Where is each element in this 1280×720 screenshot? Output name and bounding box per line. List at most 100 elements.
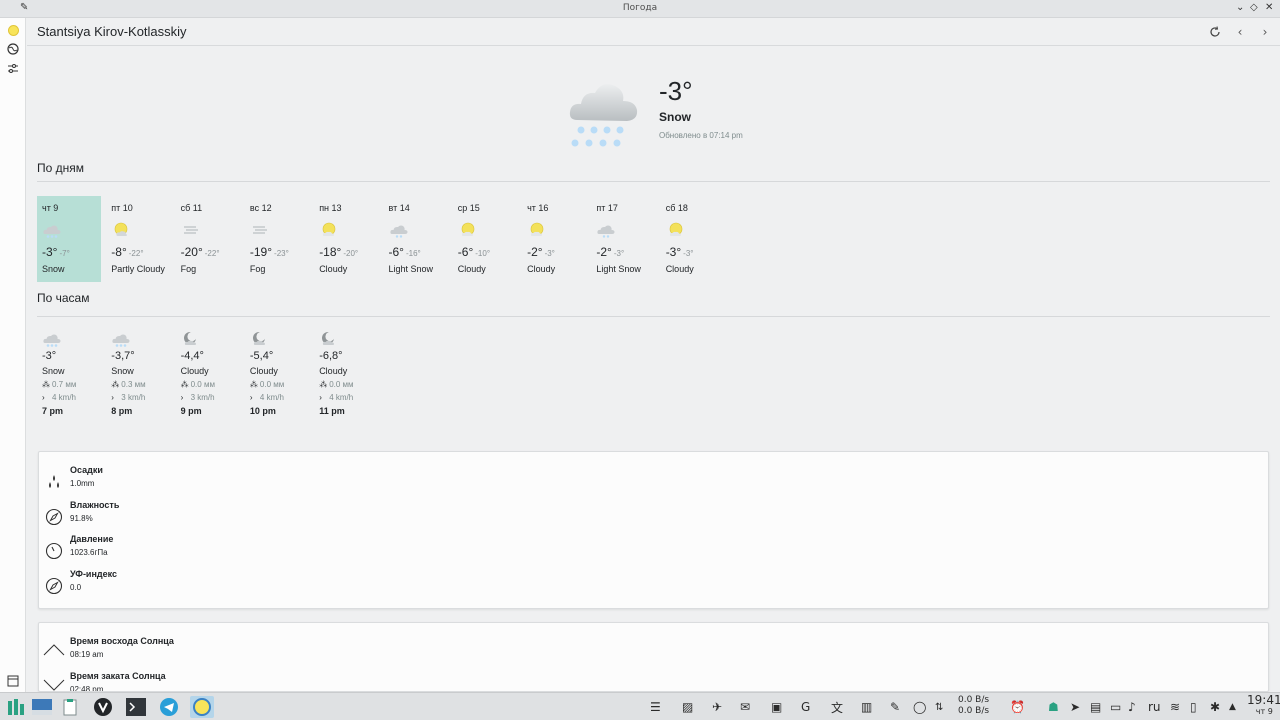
day-high: -18° <box>319 245 342 259</box>
gauge-icon <box>45 542 63 560</box>
clock-date: чт 9 <box>1255 707 1273 716</box>
clipboard-icon <box>63 699 77 716</box>
day-low: -3° <box>683 249 694 258</box>
hour-time: 8 pm <box>111 406 133 416</box>
keyboard-layout[interactable]: ru <box>1148 698 1161 716</box>
day-high: -2° <box>596 245 612 259</box>
tray-circle-icon[interactable]: ◯ <box>913 698 926 716</box>
day-card[interactable]: пт 10 -8° -22° Partly Cloudy <box>106 196 170 282</box>
day-card[interactable]: вт 14 -6° -16° Light Snow <box>384 196 448 282</box>
sun-value: 02:48 pm <box>70 685 104 692</box>
network-speed[interactable]: 0.0 B/s 0.0 B/s <box>958 695 989 717</box>
precip-value: 0.0 мм <box>190 380 215 389</box>
tray-battery-icon[interactable]: ▭ <box>1110 698 1121 716</box>
sliders-icon <box>8 64 18 73</box>
detail-value: 91.8% <box>70 513 93 523</box>
day-name: вс 12 <box>249 203 272 213</box>
tray-expand-icon[interactable]: ▲ <box>1229 698 1236 716</box>
tray-pen-icon[interactable]: ✎ <box>890 698 900 716</box>
app-launcher[interactable] <box>4 696 28 718</box>
sunrise-icon <box>43 642 65 660</box>
tray-ghost-icon[interactable]: ☗ <box>1048 698 1059 716</box>
sun-value: 08:19 am <box>70 650 104 659</box>
day-high: -6° <box>388 245 404 259</box>
day-card[interactable]: ср 15 -6° -10° Cloudy <box>453 196 517 282</box>
hour-card: -4,4° Cloudy ⁂ 0.0 мм › 3 km/h 9 pm <box>176 328 240 420</box>
tray-send-icon[interactable]: ➤ <box>1070 698 1080 716</box>
taskbar-app-telegram[interactable] <box>157 696 181 718</box>
day-temperature: -6° -16° <box>389 245 421 259</box>
tray-updates-icon[interactable]: ▯ <box>1190 698 1197 716</box>
bluetooth-icon[interactable]: ✱ <box>1210 698 1220 716</box>
drops-icon: ⁂ <box>111 380 120 389</box>
day-card[interactable]: пн 13 -18° -20° Cloudy <box>314 196 378 282</box>
day-card[interactable]: чт 9 -3° -7° Snow <box>37 196 101 282</box>
tray-mail-icon[interactable]: ✉ <box>740 698 750 716</box>
clock[interactable]: 19:41 чт 9 <box>1247 694 1280 718</box>
day-card[interactable]: чт 16 -2° -3° Cloudy <box>522 196 586 282</box>
day-card[interactable]: вс 12 -19° -23° Fog <box>245 196 309 282</box>
drops-icon: ⁂ <box>249 380 258 389</box>
updated-time: Обновлено в 07:14 pm <box>659 131 743 140</box>
tray-network-arrows-icon[interactable]: ⇅ <box>935 698 943 716</box>
daily-section-title: По дням <box>37 161 85 175</box>
hour-description: Snow <box>111 366 134 376</box>
hour-time: 9 pm <box>180 406 202 416</box>
day-high: -20° <box>180 245 203 259</box>
location-title: Stantsiya Kirov-Kotlasskiy <box>37 24 187 39</box>
sidebar <box>0 18 26 692</box>
close-icon[interactable]: ✕ <box>1265 2 1273 13</box>
desktop-pager[interactable] <box>30 696 54 718</box>
tray-radio-icon[interactable]: ▣ <box>771 698 782 716</box>
day-name: пт 17 <box>596 203 618 213</box>
wind-value: 3 km/h <box>190 393 215 402</box>
taskbar-app-files[interactable] <box>58 696 82 718</box>
detail-value: 0.0 <box>70 583 82 593</box>
tray-monitor-icon[interactable]: ▥ <box>861 698 872 716</box>
hourly-section-title: По часам <box>37 291 90 305</box>
tray-volume-icon[interactable]: ♪ <box>1128 698 1136 716</box>
day-temperature: -18° -20° <box>319 245 358 259</box>
day-card[interactable]: сб 18 -3° -3° Cloudy <box>661 196 725 282</box>
sidebar-item-weather[interactable] <box>4 21 22 39</box>
hour-time: 7 pm <box>42 406 64 416</box>
refresh-button[interactable] <box>1206 23 1224 41</box>
back-button[interactable]: ‹ <box>1231 23 1249 41</box>
day-description: Snow <box>42 264 65 274</box>
hour-wind: › 4 km/h <box>250 393 284 402</box>
day-low: -7° <box>59 249 70 258</box>
day-description: Cloudy <box>527 264 556 274</box>
forward-button[interactable]: › <box>1256 23 1274 41</box>
taskbar-app-terminal[interactable] <box>124 696 148 718</box>
tray-clipboard-icon[interactable]: ▤ <box>1090 698 1101 716</box>
tray-translate-icon[interactable]: 文 <box>831 698 843 716</box>
day-temperature: -6° -10° <box>458 245 490 259</box>
tray-notes-icon[interactable]: ☰ <box>650 698 661 716</box>
minimize-icon[interactable]: ⌄ <box>1236 2 1244 13</box>
day-description: Partly Cloudy <box>111 264 165 274</box>
tray-g-icon[interactable]: G <box>801 698 810 716</box>
chevron-right-icon: › <box>1262 25 1268 39</box>
wind-arrow-icon: › <box>111 393 114 402</box>
hour-card: -3,7° Snow ⁂ 0.3 мм › 3 km/h 8 pm <box>106 328 170 420</box>
sidebar-item-locations[interactable] <box>4 40 22 58</box>
sunset-icon <box>43 677 65 691</box>
sidebar-item-toggle[interactable] <box>4 672 22 690</box>
day-low: -20° <box>343 249 359 258</box>
taskbar-app-vivaldi[interactable] <box>91 696 115 718</box>
taskbar-app-weather[interactable] <box>190 696 214 718</box>
hour-description: Cloudy <box>249 366 278 376</box>
wifi-icon[interactable]: ≋ <box>1170 698 1180 716</box>
day-card[interactable]: сб 11 -20° -22° Fog <box>176 196 240 282</box>
tray-alarm-icon[interactable]: ⏰ <box>1010 698 1025 716</box>
maximize-icon[interactable]: ◇ <box>1250 2 1258 13</box>
day-card[interactable]: пт 17 -2° -3° Light Snow <box>591 196 655 282</box>
fog-icon <box>181 221 201 237</box>
day-name: чт 16 <box>527 203 549 213</box>
detail-row: Осадки 1.0mm <box>39 465 439 499</box>
sidebar-item-settings[interactable] <box>4 59 22 77</box>
window-titlebar[interactable]: ✎ Погода ⌄ ◇ ✕ <box>0 0 1280 18</box>
tray-image-icon[interactable]: ▨ <box>682 698 693 716</box>
sun-row: Время заката Солнца 02:48 pm <box>39 671 439 692</box>
tray-keyboard-layout-icon[interactable]: ✈ <box>712 698 722 716</box>
